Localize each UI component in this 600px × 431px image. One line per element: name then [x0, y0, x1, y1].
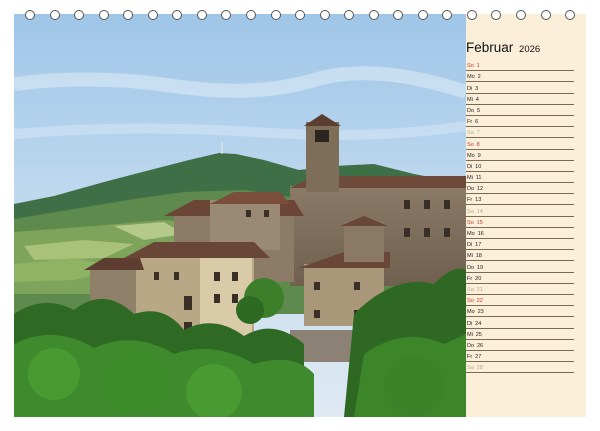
- day-row: Sa 7: [466, 127, 574, 139]
- binding-ring: [25, 10, 35, 20]
- binding-ring: [540, 10, 551, 20]
- day-label: Mo 23: [467, 309, 484, 316]
- day-row: So 22: [466, 295, 574, 307]
- binding-ring: [516, 10, 526, 20]
- day-row: Mo 9: [466, 150, 574, 161]
- day-label: Fr 27: [467, 354, 482, 361]
- day-row: Mi 18: [466, 250, 574, 262]
- day-row: Mo 16: [466, 228, 574, 239]
- day-row: Di 24: [466, 317, 574, 329]
- day-row: Di 17: [466, 239, 574, 251]
- day-row: Mi 4: [466, 94, 574, 105]
- binding-ring: [49, 10, 60, 20]
- day-row: Sa 28: [466, 362, 574, 374]
- day-label: Mo 2: [467, 74, 481, 81]
- day-row: Fr 6: [466, 116, 574, 128]
- day-row: Do 12: [466, 183, 574, 195]
- day-row: Sa 14: [466, 205, 574, 217]
- month-name: Februar: [466, 40, 514, 55]
- binding-ring: [98, 10, 109, 20]
- day-row: Do 26: [466, 340, 574, 351]
- day-label: Di 3: [467, 85, 479, 92]
- day-row: Mo 23: [466, 306, 574, 318]
- day-label: So 22: [467, 298, 483, 305]
- spiral-binding: [0, 10, 576, 24]
- day-label: Sa 28: [467, 365, 483, 372]
- binding-ring: [442, 10, 453, 20]
- day-row: So 15: [466, 217, 574, 228]
- day-row: Do 5: [466, 105, 574, 116]
- day-label: Mo 16: [467, 231, 484, 237]
- landscape-photo: [14, 14, 466, 417]
- binding-ring: [466, 10, 477, 20]
- day-label: Mi 4: [467, 96, 479, 103]
- binding-ring: [147, 10, 158, 20]
- day-label: Fr 6: [467, 119, 479, 126]
- day-label: Fr 20: [467, 275, 482, 282]
- day-label: So 15: [467, 219, 483, 226]
- binding-ring: [344, 10, 355, 20]
- day-list: So 1 Mo 2 Di 3 Mi 4 Do 5 Fr 6 Sa 7 So 8 Mo 9 Di 1…: [466, 60, 574, 374]
- day-label: So 8: [467, 141, 480, 148]
- day-row: Do 19: [466, 261, 574, 273]
- day-label: Di 10: [467, 163, 482, 170]
- day-row: Di 10: [466, 161, 574, 172]
- binding-ring: [270, 10, 281, 20]
- binding-ring: [123, 10, 134, 20]
- day-row: So 1: [466, 60, 574, 72]
- day-row: Mo 2: [466, 71, 574, 83]
- day-row: Mi 25: [466, 329, 574, 340]
- binding-ring: [196, 10, 207, 20]
- day-row: Fr 13: [466, 194, 574, 206]
- binding-ring: [319, 10, 330, 20]
- binding-ring: [295, 10, 306, 20]
- day-row: Mi 11: [466, 172, 574, 184]
- day-label: Fr 13: [467, 197, 482, 204]
- day-row: Sa 21: [466, 284, 574, 295]
- day-label: Sa 7: [467, 130, 480, 137]
- day-row: Fr 20: [466, 273, 574, 284]
- binding-ring: [417, 10, 428, 20]
- day-label: Do 19: [467, 264, 484, 271]
- binding-ring: [491, 10, 502, 20]
- binding-ring: [368, 10, 379, 20]
- year-label: 2026: [519, 44, 541, 55]
- binding-ring: [74, 10, 85, 20]
- binding-ring: [221, 10, 232, 20]
- binding-ring: [393, 10, 404, 20]
- day-row: Di 3: [466, 82, 574, 94]
- day-row: Fr 27: [466, 351, 574, 363]
- day-label: Mo 9: [467, 152, 481, 159]
- day-label: Mi 18: [467, 253, 482, 260]
- binding-ring: [245, 10, 256, 20]
- day-label: Do 12: [467, 186, 484, 193]
- day-label: So 1: [467, 63, 480, 70]
- day-label: Mi 25: [467, 331, 482, 338]
- day-label: Di 17: [467, 242, 482, 249]
- day-label: Mi 11: [467, 175, 482, 182]
- day-label: Do 5: [467, 107, 481, 114]
- binding-ring: [172, 10, 183, 20]
- day-label: Sa 21: [467, 286, 483, 293]
- month-title: Februar 2026: [466, 40, 540, 55]
- day-label: Do 26: [467, 342, 484, 349]
- day-label: Sa 14: [467, 208, 483, 215]
- day-row: So 8: [466, 138, 574, 150]
- day-label: Di 24: [467, 320, 482, 327]
